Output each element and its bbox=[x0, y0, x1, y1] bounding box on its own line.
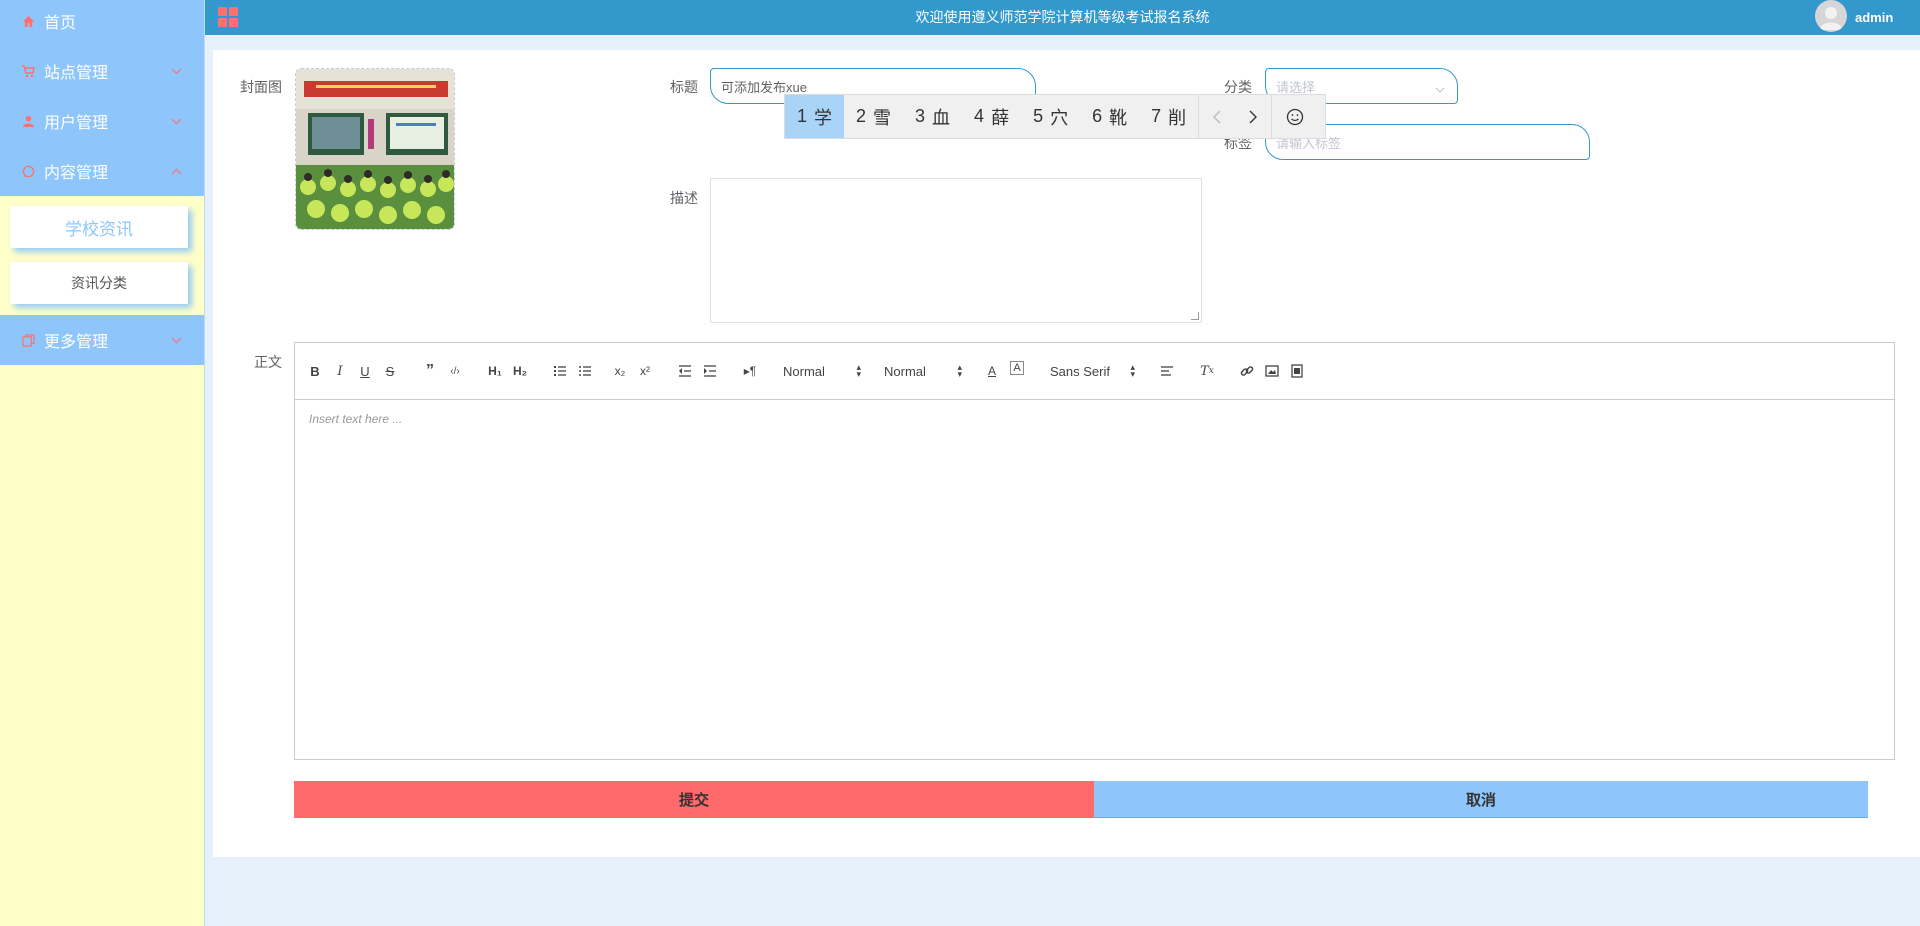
header-picker[interactable]: Normal ▴ ▾ bbox=[783, 361, 861, 381]
editor-placeholder: Insert text here ... bbox=[309, 412, 403, 426]
picker-arrows-icon: ▴ ▾ bbox=[1130, 362, 1135, 379]
indent-icon[interactable] bbox=[700, 361, 720, 381]
ime-next-page-button[interactable] bbox=[1235, 95, 1271, 138]
size-picker-value: Normal bbox=[884, 363, 926, 379]
cart-icon bbox=[21, 64, 35, 78]
sidebar-item-home[interactable]: 首页 bbox=[0, 0, 204, 46]
video-icon[interactable] bbox=[1287, 361, 1307, 381]
sidebar-item-label: 首页 bbox=[44, 15, 77, 32]
editor-toolbar: B I U S ” ‹/› H₁ H₂ x₂ x² ▸¶ Normal ▴ ▾ N… bbox=[295, 343, 1894, 400]
background-color-button[interactable]: A bbox=[1010, 361, 1024, 375]
superscript-button[interactable]: x² bbox=[635, 361, 655, 381]
resize-handle[interactable] bbox=[1191, 312, 1199, 320]
blockquote-button[interactable]: ” bbox=[420, 361, 440, 381]
italic-button[interactable]: I bbox=[330, 361, 350, 381]
user-icon bbox=[21, 114, 35, 128]
sidebar-item-label: 用户管理 bbox=[44, 115, 109, 132]
sidebar-item-label: 站点管理 bbox=[44, 65, 109, 82]
cover-image[interactable] bbox=[295, 68, 455, 230]
app-title: 欢迎使用遵义师范学院计算机等级考试报名系统 bbox=[915, 9, 1210, 25]
title-label: 标题 bbox=[670, 79, 698, 95]
chevron-left-icon bbox=[1213, 110, 1221, 123]
code-block-button[interactable]: ‹/› bbox=[445, 361, 465, 381]
ime-candidate[interactable]: 5穴 bbox=[1021, 95, 1080, 138]
align-left-icon[interactable] bbox=[1157, 361, 1177, 381]
chevron-right-icon bbox=[1249, 110, 1258, 123]
font-picker[interactable]: Sans Serif ▴ ▾ bbox=[1050, 361, 1135, 381]
sidebar-subitem-school-news[interactable]: 学校资讯 bbox=[10, 206, 188, 248]
sidebar-subitem-label: 学校资讯 bbox=[65, 219, 133, 239]
body-label: 正文 bbox=[254, 354, 282, 370]
ime-candidate[interactable]: 7削 bbox=[1139, 95, 1198, 138]
submit-button[interactable]: 提交 bbox=[294, 781, 1094, 818]
font-color-button[interactable]: A bbox=[982, 361, 1002, 381]
username[interactable]: admin bbox=[1855, 0, 1893, 35]
text-direction-button[interactable]: ▸¶ bbox=[740, 361, 760, 381]
ime-candidate[interactable]: 4薛 bbox=[962, 95, 1021, 138]
sidebar-item-label: 内容管理 bbox=[44, 165, 109, 182]
ime-candidate[interactable]: 3血 bbox=[903, 95, 962, 138]
ime-candidate[interactable]: 6靴 bbox=[1080, 95, 1139, 138]
strike-button[interactable]: S bbox=[380, 361, 400, 381]
size-picker[interactable]: Normal ▴ ▾ bbox=[884, 361, 962, 381]
sidebar-item-label: 更多管理 bbox=[44, 334, 109, 351]
copy-icon bbox=[21, 333, 35, 347]
sidebar-item-more-management[interactable]: 更多管理 bbox=[0, 315, 204, 365]
clear-format-button[interactable]: Tx bbox=[1197, 361, 1217, 381]
title-input-value: 可添加发布xue bbox=[721, 79, 807, 95]
subscript-button[interactable]: x₂ bbox=[610, 361, 630, 381]
chevron-down-icon bbox=[170, 115, 182, 127]
ime-prev-page-button[interactable] bbox=[1199, 95, 1235, 138]
description-textarea[interactable] bbox=[710, 178, 1202, 323]
category-placeholder: 请选择 bbox=[1276, 79, 1316, 95]
underline-button[interactable]: U bbox=[355, 361, 375, 381]
avatar[interactable] bbox=[1815, 0, 1847, 32]
ime-candidate-bar: 1学 2雪 3血 4薛 5穴 6靴 7削 bbox=[784, 94, 1326, 139]
link-icon[interactable] bbox=[1237, 361, 1257, 381]
ime-candidate[interactable]: 2雪 bbox=[844, 95, 903, 138]
rich-text-editor: B I U S ” ‹/› H₁ H₂ x₂ x² ▸¶ Normal ▴ ▾ N… bbox=[294, 342, 1895, 760]
image-icon[interactable] bbox=[1262, 361, 1282, 381]
ime-emoji-button[interactable] bbox=[1272, 95, 1318, 138]
font-picker-value: Sans Serif bbox=[1050, 363, 1110, 379]
ime-candidate[interactable]: 1学 bbox=[785, 95, 845, 138]
home-icon bbox=[21, 14, 35, 28]
sidebar-item-user-management[interactable]: 用户管理 bbox=[0, 96, 204, 146]
sidebar-subitem-news-category[interactable]: 资讯分类 bbox=[10, 262, 188, 304]
picker-arrows-icon: ▴ ▾ bbox=[856, 362, 861, 379]
top-bar: 欢迎使用遵义师范学院计算机等级考试报名系统 admin bbox=[205, 0, 1920, 42]
bullet-list-icon[interactable] bbox=[575, 361, 595, 381]
bold-button[interactable]: B bbox=[305, 361, 325, 381]
editor-content[interactable]: Insert text here ... bbox=[295, 400, 1894, 438]
outdent-icon[interactable] bbox=[675, 361, 695, 381]
header1-button[interactable]: H₁ bbox=[485, 361, 505, 381]
chevron-down-icon bbox=[170, 334, 182, 346]
header-picker-value: Normal bbox=[783, 363, 825, 379]
cover-label: 封面图 bbox=[240, 79, 282, 95]
smiley-icon bbox=[1286, 108, 1304, 125]
sidebar-item-site-management[interactable]: 站点管理 bbox=[0, 46, 204, 96]
chat-icon bbox=[21, 164, 35, 178]
chevron-down-icon bbox=[170, 65, 182, 77]
sidebar-item-content-management[interactable]: 内容管理 bbox=[0, 146, 204, 196]
sidebar-subitem-label: 资讯分类 bbox=[71, 275, 127, 291]
chevron-up-icon bbox=[170, 165, 182, 177]
ordered-list-icon[interactable] bbox=[550, 361, 570, 381]
chevron-down-icon bbox=[1435, 82, 1445, 97]
description-label: 描述 bbox=[670, 190, 698, 206]
cancel-button[interactable]: 取消 bbox=[1094, 781, 1868, 818]
header2-button[interactable]: H₂ bbox=[510, 361, 530, 381]
picker-arrows-icon: ▴ ▾ bbox=[957, 362, 962, 379]
sidebar: 首页 站点管理 用户管理 内容管理 学校资讯 资讯分类 更多管理 bbox=[0, 0, 205, 926]
